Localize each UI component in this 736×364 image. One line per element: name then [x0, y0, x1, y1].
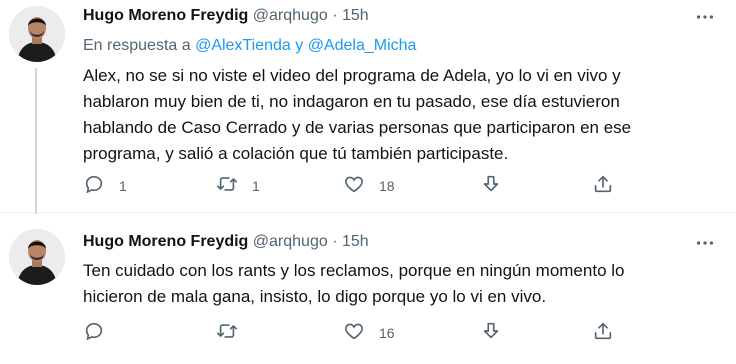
timestamp[interactable]: 15h	[342, 7, 369, 24]
mention-link[interactable]: @AlexTienda	[195, 37, 291, 54]
heart-icon	[343, 173, 365, 198]
tweet-text-line: hablaron muy bien de ti, no indagaron en…	[83, 92, 620, 111]
tweet-header: Hugo Moreno Freydig @arqhugo · 15h	[83, 6, 369, 26]
share-icon	[592, 173, 614, 198]
retweet-icon	[216, 173, 238, 198]
tweet-text-line: hablando de Caso Cerrado y de varias per…	[83, 118, 632, 137]
heart-icon	[343, 320, 365, 345]
more-icon[interactable]	[694, 232, 716, 254]
share-button[interactable]	[592, 173, 614, 198]
tweet-header: Hugo Moreno Freydig @arqhugo · 15h	[83, 232, 369, 252]
tweet[interactable]: Hugo Moreno Freydig @arqhugo · 15h En re…	[0, 0, 736, 214]
more-icon[interactable]	[694, 6, 716, 28]
reply-context: En respuesta a @AlexTienda y @Adela_Mich…	[83, 36, 416, 56]
tweet-text-line: programa, y salió a colación que tú tamb…	[83, 144, 509, 163]
tweet[interactable]: Hugo Moreno Freydig @arqhugo · 15h Ten c…	[0, 213, 736, 364]
avatar[interactable]	[9, 6, 65, 62]
author-handle[interactable]: @arqhugo	[253, 7, 328, 24]
tweet-actions: 1 1 18	[83, 173, 643, 197]
retweet-count: 1	[252, 177, 260, 194]
author-name[interactable]: Hugo Moreno Freydig	[83, 233, 248, 250]
thread-line	[35, 68, 37, 214]
avatar[interactable]	[9, 229, 65, 285]
tweet-text: Alex, no se si no viste el video del pro…	[83, 63, 723, 167]
like-count: 16	[379, 324, 395, 341]
share-icon	[592, 320, 614, 345]
separator-dot: ·	[332, 233, 338, 250]
share-button[interactable]	[592, 320, 614, 345]
tweet-text-line: hicieron de mala gana, insisto, lo digo …	[83, 287, 547, 306]
reply-count: 1	[119, 177, 127, 194]
mention-conjunction: y	[295, 37, 304, 54]
reply-icon	[83, 173, 105, 198]
download-icon	[480, 320, 502, 345]
like-count: 18	[379, 177, 395, 194]
download-icon	[480, 173, 502, 198]
author-handle[interactable]: @arqhugo	[253, 233, 328, 250]
retweet-icon	[216, 320, 238, 345]
like-button[interactable]: 16	[343, 320, 395, 345]
download-button[interactable]	[480, 320, 502, 345]
reply-button[interactable]: 1	[83, 173, 127, 198]
retweet-button[interactable]: 1	[216, 173, 260, 198]
tweet-actions: 16	[83, 320, 643, 344]
mention-link[interactable]: @Adela_Micha	[308, 37, 417, 54]
tweet-text-line: Ten cuidado con los rants y los reclamos…	[83, 261, 625, 280]
tweet-text-line: Alex, no se si no viste el video del pro…	[83, 66, 621, 85]
timestamp[interactable]: 15h	[342, 233, 369, 250]
reply-prefix: En respuesta a	[83, 37, 191, 54]
retweet-button[interactable]	[216, 320, 252, 345]
reply-button[interactable]	[83, 320, 119, 345]
like-button[interactable]: 18	[343, 173, 395, 198]
author-name[interactable]: Hugo Moreno Freydig	[83, 7, 248, 24]
reply-icon	[83, 320, 105, 345]
separator-dot: ·	[332, 7, 338, 24]
download-button[interactable]	[480, 173, 502, 198]
tweet-text: Ten cuidado con los rants y los reclamos…	[83, 258, 723, 310]
